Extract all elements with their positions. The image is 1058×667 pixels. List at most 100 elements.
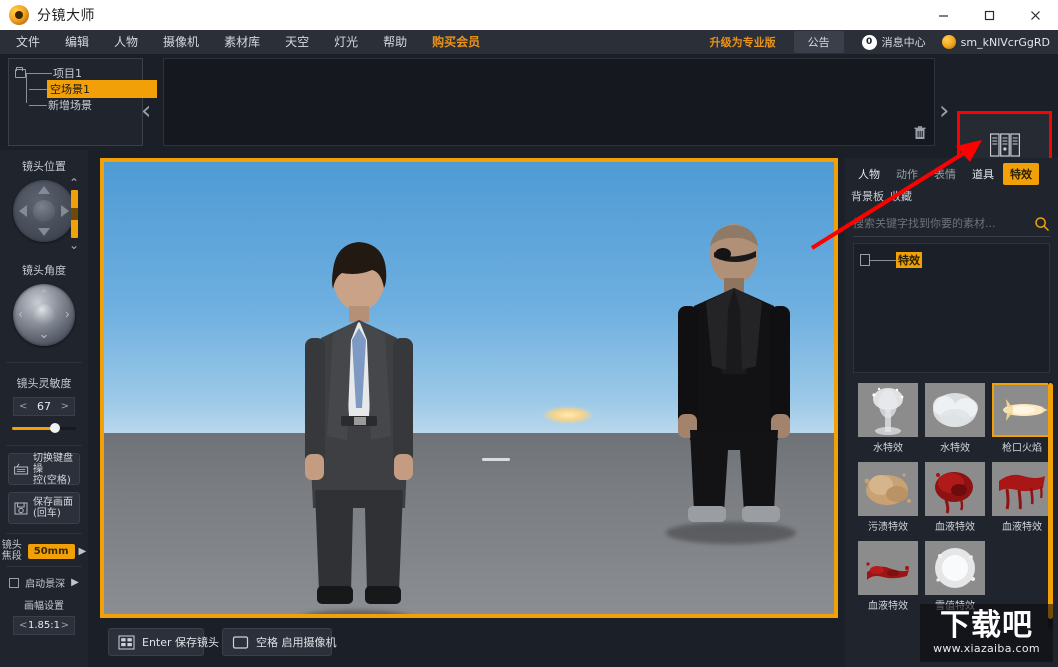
- tab-props[interactable]: 道具: [965, 163, 1001, 185]
- angle-left-icon[interactable]: ‹: [18, 309, 23, 322]
- asset-grid: 水特效 水特效 枪口火焰 污渍特效 血液特效 血液特效 血液特效: [845, 381, 1058, 612]
- close-button[interactable]: [1012, 0, 1058, 30]
- asset-cell[interactable]: 水特效: [925, 383, 985, 454]
- dpad-down-icon[interactable]: [38, 228, 50, 236]
- frame-ratio-next-button[interactable]: >: [61, 620, 69, 631]
- enable-camera-button[interactable]: 空格 启用摄像机: [222, 628, 337, 656]
- tab-characters[interactable]: 人物: [851, 163, 887, 185]
- storyboard-prev-arrow[interactable]: ‹: [141, 98, 151, 124]
- tab-backdrops[interactable]: 背景板: [851, 188, 884, 204]
- asset-thumbnail-snow-burst[interactable]: [925, 541, 985, 595]
- asset-cell[interactable]: 水特效: [858, 383, 918, 454]
- message-center-button[interactable]: 0 消息中心: [861, 34, 926, 50]
- category-row-effects[interactable]: 特效: [860, 252, 1043, 268]
- focal-length-value[interactable]: 50mm: [27, 543, 75, 559]
- asset-cell[interactable]: 血液特效: [925, 462, 985, 533]
- asset-label: 水特效: [940, 443, 970, 454]
- asset-cell[interactable]: 污渍特效: [858, 462, 918, 533]
- menu-camera[interactable]: 摄像机: [157, 30, 205, 54]
- asset-cell-selected[interactable]: 枪口火焰: [992, 383, 1052, 454]
- keyboard-icon: [14, 463, 29, 474]
- camera-height-slider[interactable]: ⌃ ⌄: [66, 177, 82, 251]
- tree-row-add-scene[interactable]: 新增场景: [29, 97, 138, 113]
- depth-of-field-row[interactable]: 启动景深 ▶: [0, 575, 88, 590]
- save-shot-label: Enter 保存镜头: [142, 636, 220, 649]
- menu-help[interactable]: 帮助: [377, 30, 413, 54]
- chevron-right-icon[interactable]: ▶: [79, 546, 87, 557]
- sensitivity-stepper[interactable]: < 67 >: [13, 397, 75, 416]
- camera-height-thumb[interactable]: [70, 208, 78, 220]
- dpad-center-button[interactable]: [33, 200, 55, 222]
- focal-length-row[interactable]: 镜头 焦段 50mm ▶: [0, 540, 88, 562]
- asset-thumbnail-blood-drip[interactable]: [992, 462, 1052, 516]
- asset-cell[interactable]: 雪值特效: [925, 541, 985, 612]
- sensitivity-increase-button[interactable]: >: [61, 401, 69, 412]
- maximize-button[interactable]: [966, 0, 1012, 30]
- dpad-up-icon[interactable]: [38, 186, 50, 194]
- menu-lighting[interactable]: 灯光: [328, 30, 364, 54]
- tab-favorites[interactable]: 收藏: [890, 188, 912, 204]
- asset-cell[interactable]: 血液特效: [858, 541, 918, 612]
- camera-height-track[interactable]: [70, 190, 78, 238]
- chevron-down-icon[interactable]: ⌄: [69, 239, 79, 251]
- asset-grid-scrollbar-thumb[interactable]: [1048, 383, 1053, 619]
- asset-category-tree[interactable]: 特效: [853, 243, 1050, 373]
- dpad-left-icon[interactable]: [19, 205, 27, 217]
- minimize-button[interactable]: [920, 0, 966, 30]
- menu-asset-library[interactable]: 素材库: [218, 30, 266, 54]
- storyboard-strip-row: 项目1 空场景1 新增场景 ‹ ›: [0, 54, 1058, 202]
- chevron-right-icon[interactable]: ▶: [71, 577, 79, 588]
- angle-down-icon[interactable]: ⌄: [39, 328, 50, 341]
- menu-sky[interactable]: 天空: [279, 30, 315, 54]
- storyboard-next-arrow[interactable]: ›: [939, 98, 949, 124]
- search-icon[interactable]: [1034, 216, 1050, 232]
- storyboard-shot-strip[interactable]: [163, 58, 935, 146]
- asset-thumbnail-muzzle-flash[interactable]: [992, 383, 1052, 437]
- menu-file[interactable]: 文件: [10, 30, 46, 54]
- scene-muzzle-flash-effect[interactable]: [542, 406, 594, 424]
- save-shot-button[interactable]: Enter 保存镜头: [108, 628, 219, 656]
- tree-row-project[interactable]: 项目1: [13, 65, 138, 81]
- message-center-label: 消息中心: [881, 36, 926, 49]
- tree-row-scene-selected[interactable]: 空场景1: [29, 81, 156, 97]
- asset-thumbnail-water-spray[interactable]: [858, 383, 918, 437]
- user-account[interactable]: sm_kNlVcrGgRD: [941, 35, 1050, 49]
- frame-ratio-stepper[interactable]: < 1.85:1 >: [13, 616, 75, 635]
- figure-leather-jacket-man[interactable]: [644, 224, 824, 544]
- upgrade-pro-button[interactable]: 升级为专业版: [710, 34, 776, 50]
- save-shot-icon: [118, 635, 135, 649]
- frame-ratio-prev-button[interactable]: <: [19, 620, 27, 631]
- figure-suited-man[interactable]: [269, 240, 449, 614]
- menu-character[interactable]: 人物: [108, 30, 144, 54]
- sensitivity-decrease-button[interactable]: <: [19, 401, 27, 412]
- asset-thumbnail-blood-splat[interactable]: [925, 462, 985, 516]
- toggle-keyboard-control-button[interactable]: 切换键盘操 控(空格): [8, 453, 80, 486]
- asset-grid-scrollbar[interactable]: [1048, 381, 1053, 629]
- tab-actions[interactable]: 动作: [889, 163, 925, 185]
- sensitivity-value: 67: [37, 400, 51, 413]
- angle-up-icon[interactable]: ⌃: [39, 289, 50, 302]
- depth-of-field-checkbox[interactable]: [9, 577, 20, 588]
- tab-effects[interactable]: 特效: [1003, 163, 1039, 185]
- chevron-up-icon[interactable]: ⌃: [69, 177, 79, 189]
- tree-label-project: 项目1: [53, 67, 82, 80]
- menu-edit[interactable]: 编辑: [59, 30, 95, 54]
- asset-thumbnail-water-cloud[interactable]: [925, 383, 985, 437]
- viewport-3d-scene[interactable]: [104, 162, 834, 614]
- save-frame-button[interactable]: 保存画面 (回车): [8, 492, 80, 524]
- asset-thumbnail-blood-smear[interactable]: [858, 541, 918, 595]
- trash-icon[interactable]: [914, 126, 926, 140]
- angle-right-icon[interactable]: ›: [65, 309, 70, 322]
- angle-center-button[interactable]: [33, 304, 55, 326]
- notice-button[interactable]: 公告: [793, 31, 844, 53]
- tab-expressions[interactable]: 表情: [927, 163, 963, 185]
- asset-thumbnail-dirt-stain[interactable]: [858, 462, 918, 516]
- sensitivity-slider-thumb[interactable]: [50, 423, 60, 433]
- sensitivity-slider[interactable]: [12, 423, 76, 433]
- asset-search-bar[interactable]: [853, 211, 1050, 237]
- asset-cell[interactable]: 血液特效: [992, 462, 1052, 533]
- search-input[interactable]: [853, 217, 1034, 230]
- camera-angle-dpad[interactable]: ⌃ ⌄ ‹ ›: [13, 284, 75, 346]
- asset-label: 水特效: [873, 443, 903, 454]
- menu-buy-membership[interactable]: 购买会员: [426, 30, 486, 54]
